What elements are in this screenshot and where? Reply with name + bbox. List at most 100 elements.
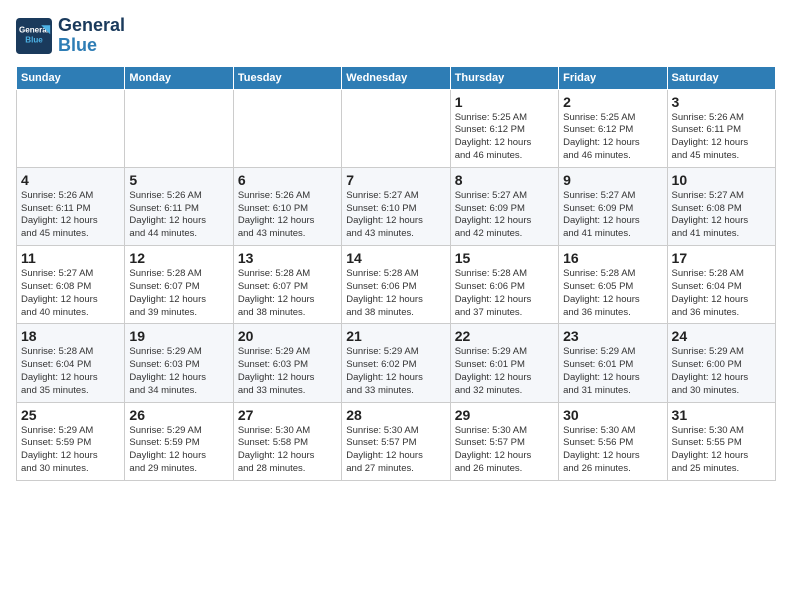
day-detail: Sunrise: 5:29 AM Sunset: 6:03 PM Dayligh… [238,346,337,397]
day-number: 7 [346,172,445,188]
day-detail: Sunrise: 5:29 AM Sunset: 6:01 PM Dayligh… [455,346,554,397]
weekday-header: Monday [125,66,233,89]
calendar-cell: 1 Sunrise: 5:25 AM Sunset: 6:12 PM Daylig… [450,89,558,167]
day-number: 6 [238,172,337,188]
day-number: 25 [21,407,120,423]
calendar-cell: 2 Sunrise: 5:25 AM Sunset: 6:12 PM Daylig… [559,89,667,167]
day-number: 13 [238,250,337,266]
day-number: 21 [346,328,445,344]
calendar-cell: 31 Sunrise: 5:30 AM Sunset: 5:55 PM Dayli… [667,402,775,480]
day-number: 28 [346,407,445,423]
calendar-cell: 10 Sunrise: 5:27 AM Sunset: 6:08 PM Dayli… [667,167,775,245]
calendar-cell: 24Sunrise: 5:29 AM Sunset: 6:00 PM Dayli… [667,324,775,402]
day-detail: Sunrise: 5:30 AM Sunset: 5:58 PM Dayligh… [238,425,337,476]
day-detail: Sunrise: 5:29 AM Sunset: 6:00 PM Dayligh… [672,346,771,397]
day-number: 26 [129,407,228,423]
calendar-cell: 25 Sunrise: 5:29 AM Sunset: 5:59 PM Dayli… [17,402,125,480]
day-detail: Sunrise: 5:30 AM Sunset: 5:55 PM Dayligh… [672,425,771,476]
weekday-header: Thursday [450,66,558,89]
day-detail: Sunrise: 5:27 AM Sunset: 6:09 PM Dayligh… [455,190,554,241]
day-detail: Sunrise: 5:29 AM Sunset: 6:01 PM Dayligh… [563,346,662,397]
day-detail: Sunrise: 5:27 AM Sunset: 6:08 PM Dayligh… [672,190,771,241]
day-detail: Sunrise: 5:26 AM Sunset: 6:11 PM Dayligh… [129,190,228,241]
day-number: 2 [563,94,662,110]
calendar-cell: 13 Sunrise: 5:28 AM Sunset: 6:07 PM Dayli… [233,246,341,324]
weekday-header: Wednesday [342,66,450,89]
calendar-week-row: 25 Sunrise: 5:29 AM Sunset: 5:59 PM Dayli… [17,402,776,480]
calendar-cell: 6 Sunrise: 5:26 AM Sunset: 6:10 PM Daylig… [233,167,341,245]
day-number: 10 [672,172,771,188]
logo: General Blue General Blue [16,16,125,56]
day-detail: Sunrise: 5:28 AM Sunset: 6:06 PM Dayligh… [346,268,445,319]
day-number: 9 [563,172,662,188]
calendar-week-row: 11 Sunrise: 5:27 AM Sunset: 6:08 PM Dayli… [17,246,776,324]
calendar-cell [342,89,450,167]
day-detail: Sunrise: 5:26 AM Sunset: 6:11 PM Dayligh… [672,112,771,163]
calendar-cell: 14 Sunrise: 5:28 AM Sunset: 6:06 PM Dayli… [342,246,450,324]
day-detail: Sunrise: 5:30 AM Sunset: 5:57 PM Dayligh… [455,425,554,476]
day-number: 15 [455,250,554,266]
day-detail: Sunrise: 5:30 AM Sunset: 5:56 PM Dayligh… [563,425,662,476]
day-detail: Sunrise: 5:25 AM Sunset: 6:12 PM Dayligh… [455,112,554,163]
day-number: 27 [238,407,337,423]
calendar-cell: 17Sunrise: 5:28 AM Sunset: 6:04 PM Dayli… [667,246,775,324]
day-detail: Sunrise: 5:29 AM Sunset: 6:03 PM Dayligh… [129,346,228,397]
calendar-week-row: 4Sunrise: 5:26 AM Sunset: 6:11 PM Daylig… [17,167,776,245]
calendar-cell: 21 Sunrise: 5:29 AM Sunset: 6:02 PM Dayli… [342,324,450,402]
day-number: 1 [455,94,554,110]
page-header: General Blue General Blue [16,16,776,56]
day-detail: Sunrise: 5:27 AM Sunset: 6:09 PM Dayligh… [563,190,662,241]
calendar-cell: 9 Sunrise: 5:27 AM Sunset: 6:09 PM Daylig… [559,167,667,245]
calendar-cell: 28 Sunrise: 5:30 AM Sunset: 5:57 PM Dayli… [342,402,450,480]
day-detail: Sunrise: 5:29 AM Sunset: 5:59 PM Dayligh… [129,425,228,476]
day-number: 8 [455,172,554,188]
day-number: 17 [672,250,771,266]
calendar-table: SundayMondayTuesdayWednesdayThursdayFrid… [16,66,776,481]
logo-icon: General Blue [16,18,52,54]
day-number: 18 [21,328,120,344]
calendar-cell [233,89,341,167]
svg-text:Blue: Blue [25,35,43,44]
day-number: 22 [455,328,554,344]
day-detail: Sunrise: 5:26 AM Sunset: 6:10 PM Dayligh… [238,190,337,241]
day-detail: Sunrise: 5:27 AM Sunset: 6:08 PM Dayligh… [21,268,120,319]
day-detail: Sunrise: 5:26 AM Sunset: 6:11 PM Dayligh… [21,190,120,241]
day-detail: Sunrise: 5:29 AM Sunset: 5:59 PM Dayligh… [21,425,120,476]
day-number: 3 [672,94,771,110]
weekday-header: Sunday [17,66,125,89]
calendar-cell: 7 Sunrise: 5:27 AM Sunset: 6:10 PM Daylig… [342,167,450,245]
day-number: 19 [129,328,228,344]
day-detail: Sunrise: 5:28 AM Sunset: 6:07 PM Dayligh… [238,268,337,319]
day-detail: Sunrise: 5:28 AM Sunset: 6:04 PM Dayligh… [21,346,120,397]
day-number: 29 [455,407,554,423]
day-detail: Sunrise: 5:27 AM Sunset: 6:10 PM Dayligh… [346,190,445,241]
day-detail: Sunrise: 5:25 AM Sunset: 6:12 PM Dayligh… [563,112,662,163]
day-number: 14 [346,250,445,266]
day-detail: Sunrise: 5:28 AM Sunset: 6:06 PM Dayligh… [455,268,554,319]
calendar-cell [125,89,233,167]
calendar-cell: 12Sunrise: 5:28 AM Sunset: 6:07 PM Dayli… [125,246,233,324]
day-number: 5 [129,172,228,188]
day-number: 12 [129,250,228,266]
calendar-cell: 29 Sunrise: 5:30 AM Sunset: 5:57 PM Dayli… [450,402,558,480]
calendar-cell: 30Sunrise: 5:30 AM Sunset: 5:56 PM Dayli… [559,402,667,480]
calendar-week-row: 1 Sunrise: 5:25 AM Sunset: 6:12 PM Daylig… [17,89,776,167]
day-number: 31 [672,407,771,423]
logo-name: General Blue [58,16,125,56]
day-number: 11 [21,250,120,266]
day-number: 16 [563,250,662,266]
calendar-cell: 4Sunrise: 5:26 AM Sunset: 6:11 PM Daylig… [17,167,125,245]
calendar-cell [17,89,125,167]
weekday-header: Tuesday [233,66,341,89]
calendar-cell: 26 Sunrise: 5:29 AM Sunset: 5:59 PM Dayli… [125,402,233,480]
day-detail: Sunrise: 5:30 AM Sunset: 5:57 PM Dayligh… [346,425,445,476]
weekday-header: Friday [559,66,667,89]
calendar-cell: 3 Sunrise: 5:26 AM Sunset: 6:11 PM Daylig… [667,89,775,167]
day-detail: Sunrise: 5:29 AM Sunset: 6:02 PM Dayligh… [346,346,445,397]
calendar-week-row: 18 Sunrise: 5:28 AM Sunset: 6:04 PM Dayli… [17,324,776,402]
weekday-header: Saturday [667,66,775,89]
calendar-cell: 22 Sunrise: 5:29 AM Sunset: 6:01 PM Dayli… [450,324,558,402]
calendar-cell: 23Sunrise: 5:29 AM Sunset: 6:01 PM Dayli… [559,324,667,402]
calendar-cell: 19 Sunrise: 5:29 AM Sunset: 6:03 PM Dayli… [125,324,233,402]
calendar-cell: 27 Sunrise: 5:30 AM Sunset: 5:58 PM Dayli… [233,402,341,480]
